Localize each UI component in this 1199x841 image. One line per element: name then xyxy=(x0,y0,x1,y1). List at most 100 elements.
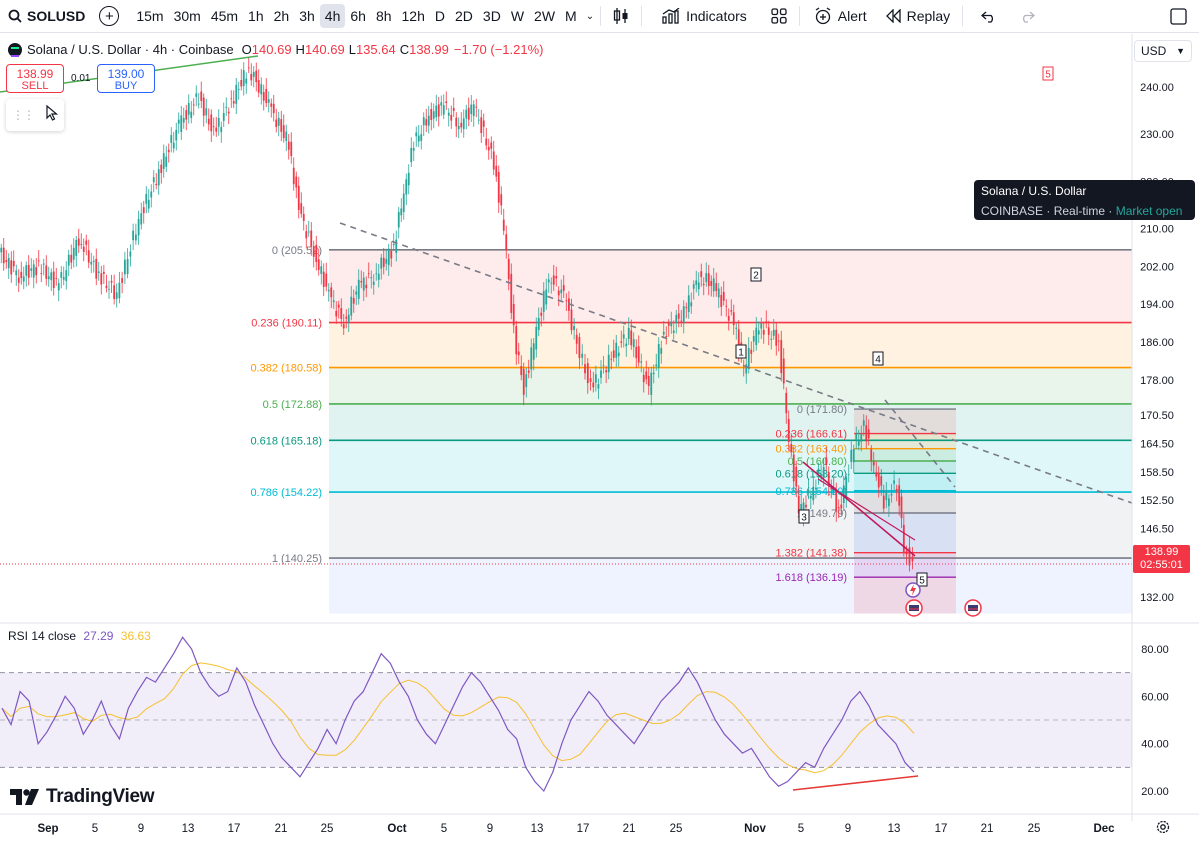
undo-icon[interactable] xyxy=(975,0,1003,33)
buy-button[interactable]: 139.00 BUY xyxy=(97,64,155,93)
candle-body xyxy=(622,334,625,339)
candle-body xyxy=(732,312,735,326)
interval-1h[interactable]: 1h xyxy=(243,4,269,28)
interval-3d[interactable]: 3D xyxy=(478,4,506,28)
interval-8h[interactable]: 8h xyxy=(371,4,397,28)
replay-button[interactable]: Replay xyxy=(879,0,957,33)
interval-m[interactable]: M xyxy=(560,4,582,28)
candle-body xyxy=(705,273,708,283)
candle-body xyxy=(875,472,878,477)
interval-15m[interactable]: 15m xyxy=(131,4,168,28)
candle-body xyxy=(532,343,535,360)
candle-body xyxy=(652,372,655,375)
currency-selector[interactable]: USD ▼ xyxy=(1134,40,1192,62)
time-axis-label: 17 xyxy=(228,823,241,835)
candle-body xyxy=(140,213,143,225)
candle-body xyxy=(752,336,755,342)
fib-level-label: 0.786 (154.22) xyxy=(250,487,322,499)
candle-body xyxy=(262,92,265,101)
interval-30m[interactable]: 30m xyxy=(169,4,206,28)
interval-w[interactable]: W xyxy=(506,4,529,28)
candle-body xyxy=(612,350,615,358)
candle-body xyxy=(772,329,775,336)
candle-body xyxy=(872,461,875,466)
candle-body xyxy=(440,102,443,106)
candle-body xyxy=(730,310,733,312)
compare-add-icon[interactable]: + xyxy=(99,6,120,26)
symbol-search-button[interactable]: SOLUSD xyxy=(0,0,85,33)
candle-body xyxy=(327,289,330,292)
candle-body xyxy=(870,449,873,461)
candle-body xyxy=(465,109,468,119)
candle-body xyxy=(292,167,295,185)
rsi-legend[interactable]: RSI 14 close 27.29 36.63 xyxy=(8,629,151,643)
interval-2d[interactable]: 2D xyxy=(450,4,478,28)
candle-body xyxy=(675,314,678,323)
candle-body xyxy=(180,115,183,132)
candle-body xyxy=(147,199,150,209)
candle-body xyxy=(825,457,828,466)
candle-body xyxy=(80,244,83,245)
indicators-button[interactable]: Indicators xyxy=(656,0,753,33)
candle-body xyxy=(110,280,113,283)
fib-band xyxy=(329,249,1132,323)
candle-body xyxy=(822,467,825,478)
candle-body xyxy=(722,291,725,301)
candle-body xyxy=(620,341,623,343)
candle-body xyxy=(747,347,750,369)
price-axis-label: 186.00 xyxy=(1140,337,1174,349)
candle-body xyxy=(0,247,3,253)
cursor-arrow-icon[interactable] xyxy=(46,104,59,126)
candle-body xyxy=(560,289,563,294)
symbol-name: SOLUSD xyxy=(27,8,86,24)
drag-handle-icon[interactable]: ⋮⋮ xyxy=(12,108,35,122)
interval-dropdown-chevron-icon[interactable]: ⌄ xyxy=(586,0,594,33)
time-axis-label: 21 xyxy=(275,823,288,835)
candle-body xyxy=(200,91,203,101)
interval-2w[interactable]: 2W xyxy=(529,4,560,28)
price-chart[interactable]: 0 (205.52)0.236 (190.11)0.382 (180.58)0.… xyxy=(0,34,1199,841)
interval-3h[interactable]: 3h xyxy=(294,4,320,28)
interval-d[interactable]: D xyxy=(430,4,450,28)
legend-title: Solana / U.S. Dollar · 4h · Coinbase xyxy=(27,42,234,57)
candle-body xyxy=(270,103,273,107)
candle-body xyxy=(895,488,898,491)
candle-body xyxy=(862,420,865,426)
candle-body xyxy=(717,288,720,298)
fullscreen-icon[interactable] xyxy=(1166,0,1191,33)
candle-body xyxy=(62,277,65,280)
alert-button[interactable]: Alert xyxy=(808,0,873,33)
toolbar-divider xyxy=(600,6,602,26)
redo-icon[interactable] xyxy=(1013,0,1041,33)
interval-6h[interactable]: 6h xyxy=(345,4,371,28)
candle-body xyxy=(422,117,425,126)
interval-45m[interactable]: 45m xyxy=(206,4,243,28)
candle-body xyxy=(540,312,543,316)
candle-body xyxy=(602,365,605,367)
candle-body xyxy=(232,101,235,104)
interval-4h[interactable]: 4h xyxy=(319,4,346,28)
drawing-cursor-widget[interactable]: ⋮⋮ xyxy=(6,99,64,131)
candle-body xyxy=(287,141,290,150)
interval-12h[interactable]: 12h xyxy=(397,4,430,28)
candle-body xyxy=(642,375,645,383)
candles-chart-type-icon[interactable] xyxy=(607,0,635,33)
interval-2h[interactable]: 2h xyxy=(269,4,295,28)
current-price-badge: 138.99 02:55:01 xyxy=(1133,545,1190,573)
indicators-icon xyxy=(662,8,680,24)
solana-logo-icon xyxy=(8,42,22,57)
candle-body xyxy=(542,290,545,312)
candle-body xyxy=(350,296,353,316)
rsi-axis-label: 20.00 xyxy=(1141,786,1169,798)
sell-button[interactable]: 138.99 SELL xyxy=(6,64,64,93)
settings-gear-icon[interactable] xyxy=(1156,820,1170,839)
candle-body xyxy=(497,171,500,203)
candle-body xyxy=(545,289,548,305)
candle-body xyxy=(527,370,530,373)
close-key: C xyxy=(399,42,410,57)
candle-body xyxy=(865,425,868,442)
candle-body xyxy=(5,260,8,262)
layouts-icon[interactable] xyxy=(765,0,793,33)
indicators-label: Indicators xyxy=(686,8,747,24)
symbol-info-tooltip: Solana / U.S. Dollar COINBASE · Real-tim… xyxy=(974,180,1195,220)
